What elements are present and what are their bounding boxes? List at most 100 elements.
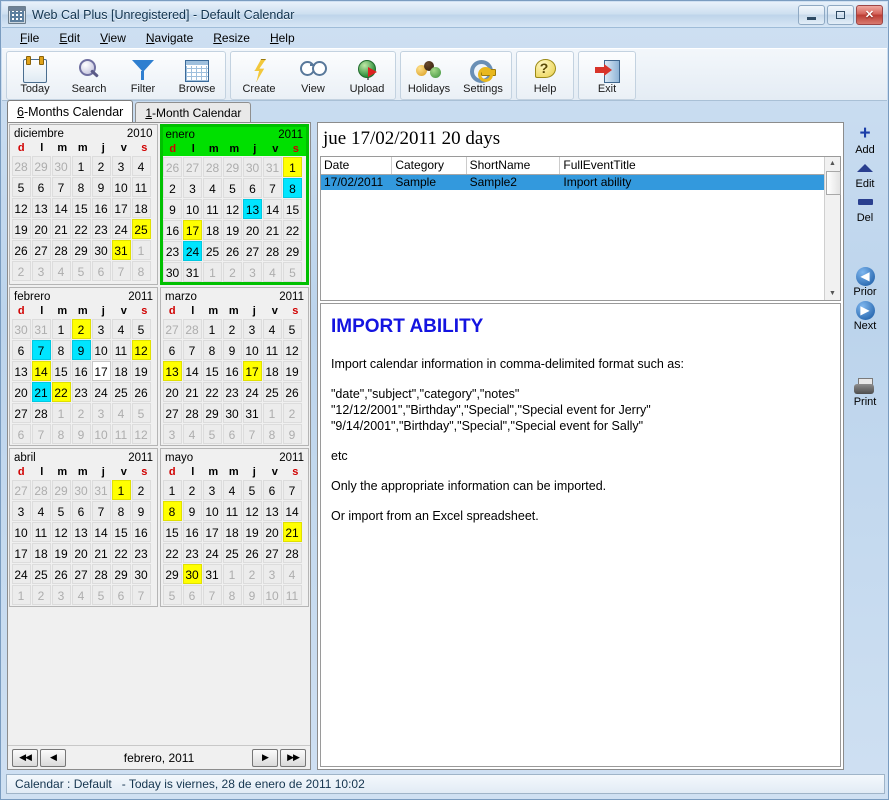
minimize-button[interactable] xyxy=(798,5,825,25)
day-cell[interactable]: 17 xyxy=(242,360,262,381)
day-cell[interactable]: 2 xyxy=(31,584,51,605)
day-cell[interactable]: 28 xyxy=(263,240,282,261)
day-cell[interactable]: 28 xyxy=(203,156,222,177)
day-cell[interactable]: 19 xyxy=(242,521,262,542)
day-cell[interactable]: 7 xyxy=(263,177,282,198)
day-cell[interactable]: 22 xyxy=(111,542,131,563)
day-cell[interactable]: 23 xyxy=(222,381,242,402)
day-cell[interactable]: 2 xyxy=(242,563,262,584)
day-cell[interactable]: 7 xyxy=(91,500,111,521)
day-cell[interactable]: 3 xyxy=(111,155,131,176)
day-cell[interactable]: 5 xyxy=(71,260,91,281)
day-cell[interactable]: 24 xyxy=(11,563,31,584)
day-cell[interactable]: 2 xyxy=(282,402,302,423)
day-cell[interactable]: 28 xyxy=(282,542,302,563)
day-cell[interactable]: 21 xyxy=(51,218,71,239)
rail-button-edit[interactable]: Edit xyxy=(847,158,883,190)
day-cell[interactable]: 20 xyxy=(162,381,182,402)
day-cell[interactable]: 17 xyxy=(91,360,111,381)
menu-item-help[interactable]: Help xyxy=(260,29,305,47)
day-cell[interactable]: 19 xyxy=(223,219,242,240)
day-cell[interactable]: 5 xyxy=(131,318,151,339)
day-cell[interactable]: 24 xyxy=(202,542,222,563)
day-cell[interactable]: 28 xyxy=(51,239,71,260)
day-cell[interactable]: 16 xyxy=(131,521,151,542)
day-cell[interactable]: 19 xyxy=(11,218,31,239)
day-cell[interactable]: 16 xyxy=(222,360,242,381)
day-cell[interactable]: 27 xyxy=(11,402,31,423)
day-cell[interactable]: 2 xyxy=(223,261,242,282)
day-cell[interactable]: 11 xyxy=(282,584,302,605)
day-cell[interactable]: 30 xyxy=(163,261,182,282)
day-cell[interactable]: 8 xyxy=(71,176,91,197)
toolbar-button-today[interactable]: Today xyxy=(8,53,62,98)
day-cell[interactable]: 10 xyxy=(202,500,222,521)
day-cell[interactable]: 25 xyxy=(31,563,51,584)
day-cell[interactable]: 7 xyxy=(182,339,202,360)
day-cell[interactable]: 19 xyxy=(131,360,151,381)
day-cell[interactable]: 4 xyxy=(31,500,51,521)
day-cell[interactable]: 17 xyxy=(183,219,202,240)
day-cell[interactable]: 21 xyxy=(263,219,282,240)
day-cell[interactable]: 31 xyxy=(111,239,131,260)
day-cell[interactable]: 20 xyxy=(31,218,51,239)
day-cell[interactable]: 4 xyxy=(282,563,302,584)
day-cell[interactable]: 22 xyxy=(283,219,302,240)
day-cell[interactable]: 15 xyxy=(71,197,91,218)
day-cell[interactable]: 4 xyxy=(263,261,282,282)
toolbar-button-holidays[interactable]: Holidays xyxy=(402,53,456,98)
day-cell[interactable]: 17 xyxy=(111,197,131,218)
day-cell[interactable]: 12 xyxy=(51,521,71,542)
day-cell[interactable]: 2 xyxy=(131,479,151,500)
day-cell[interactable]: 15 xyxy=(162,521,182,542)
day-cell[interactable]: 28 xyxy=(31,402,51,423)
day-cell[interactable]: 30 xyxy=(51,155,71,176)
day-cell[interactable]: 10 xyxy=(11,521,31,542)
day-cell[interactable]: 22 xyxy=(202,381,222,402)
day-cell[interactable]: 2 xyxy=(91,155,111,176)
day-cell[interactable]: 3 xyxy=(162,423,182,444)
day-cell[interactable]: 9 xyxy=(91,176,111,197)
day-cell[interactable]: 17 xyxy=(11,542,31,563)
day-cell[interactable]: 4 xyxy=(51,260,71,281)
day-cell[interactable]: 5 xyxy=(11,176,31,197)
day-cell[interactable]: 11 xyxy=(262,339,282,360)
day-cell[interactable]: 29 xyxy=(202,402,222,423)
day-cell[interactable]: 10 xyxy=(242,339,262,360)
day-cell[interactable]: 1 xyxy=(283,156,302,177)
day-cell[interactable]: 24 xyxy=(183,240,202,261)
day-cell[interactable]: 30 xyxy=(131,563,151,584)
toolbar-button-search[interactable]: Search xyxy=(62,53,116,98)
day-cell[interactable]: 27 xyxy=(243,240,262,261)
day-cell[interactable]: 3 xyxy=(242,318,262,339)
day-cell[interactable]: 5 xyxy=(242,479,262,500)
day-cell[interactable]: 3 xyxy=(243,261,262,282)
day-cell[interactable]: 27 xyxy=(11,479,31,500)
day-cell[interactable]: 6 xyxy=(31,176,51,197)
day-cell[interactable]: 3 xyxy=(11,500,31,521)
rail-button-add[interactable]: + Add xyxy=(847,124,883,156)
day-cell[interactable]: 12 xyxy=(223,198,242,219)
day-cell[interactable]: 11 xyxy=(31,521,51,542)
day-cell[interactable]: 5 xyxy=(131,402,151,423)
day-cell[interactable]: 2 xyxy=(71,402,91,423)
day-cell[interactable]: 8 xyxy=(162,500,182,521)
event-description-area[interactable]: IMPORT ABILITY Import calendar informati… xyxy=(320,303,841,767)
day-cell[interactable]: 27 xyxy=(71,563,91,584)
rail-button-del[interactable]: Del xyxy=(847,192,883,224)
day-cell[interactable]: 10 xyxy=(262,584,282,605)
day-cell[interactable]: 18 xyxy=(111,360,131,381)
day-cell[interactable]: 1 xyxy=(51,318,71,339)
day-cell[interactable]: 30 xyxy=(222,402,242,423)
day-cell[interactable]: 13 xyxy=(243,198,262,219)
day-cell[interactable]: 15 xyxy=(51,360,71,381)
day-cell[interactable]: 30 xyxy=(182,563,202,584)
day-cell[interactable]: 20 xyxy=(71,542,91,563)
day-cell[interactable]: 18 xyxy=(131,197,151,218)
day-cell[interactable]: 12 xyxy=(131,339,151,360)
menu-item-file[interactable]: File xyxy=(10,29,49,47)
day-cell[interactable]: 2 xyxy=(182,479,202,500)
scroll-down-icon[interactable]: ▼ xyxy=(826,287,840,300)
column-header-category[interactable]: Category xyxy=(392,157,467,174)
day-cell[interactable]: 31 xyxy=(31,318,51,339)
